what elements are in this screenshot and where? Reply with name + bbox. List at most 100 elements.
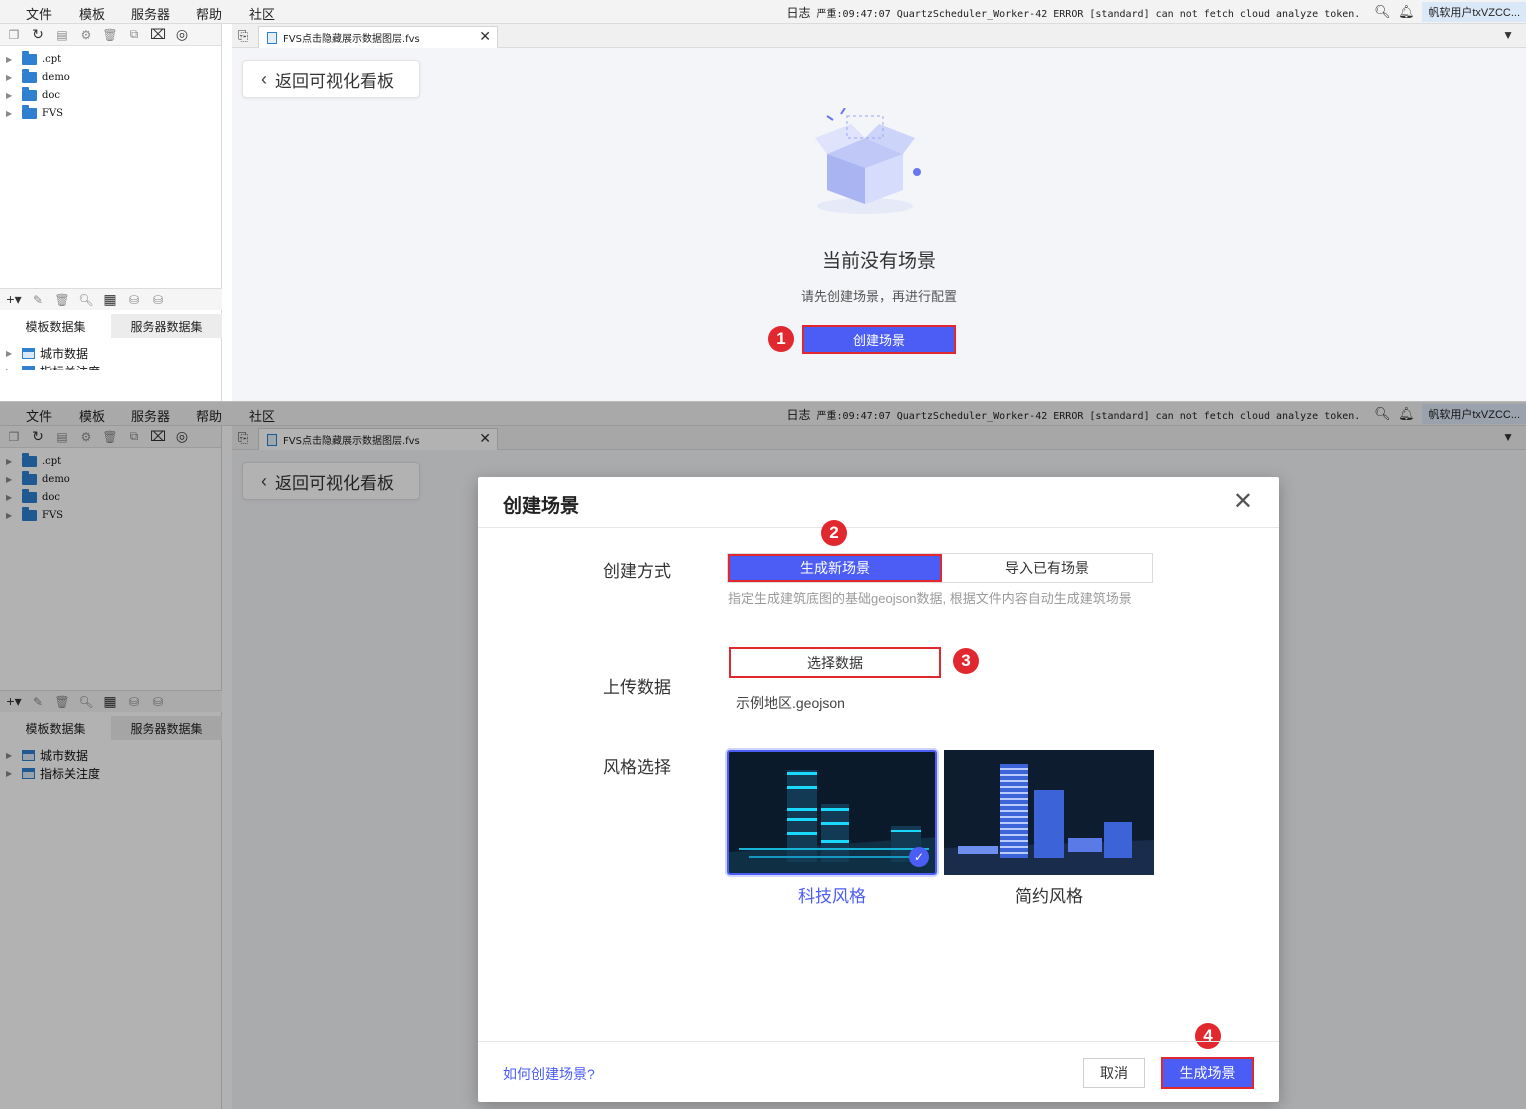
style-card-simple[interactable] (944, 750, 1154, 875)
method-hint: 指定生成建筑底图的基础geojson数据, 根据文件内容自动生成建筑场景 (728, 591, 1132, 606)
tree-item[interactable]: ▶ doc (0, 86, 221, 104)
upload-label: 上传数据 (603, 678, 671, 697)
tree-item-label: FVS (42, 107, 64, 119)
table-icon (22, 365, 35, 370)
menu-file[interactable]: 文件 (26, 4, 52, 23)
database-icon[interactable]: ⛁ (126, 292, 142, 308)
step-badge-3: 3 (953, 648, 979, 674)
clear-icon[interactable]: ⌧ (150, 26, 166, 43)
dataset-edit-icon[interactable]: ▦ (102, 291, 118, 308)
how-to-create-link[interactable]: 如何创建场景? (503, 1064, 595, 1084)
chevron-left-icon: ‹ (261, 68, 267, 89)
dataset-tree: ▶ 城市数据 ▶ 指标关注度 (0, 344, 222, 370)
file-toolbar: ❐ ↻ ▤ ⚙ 🗑︎ ⧉ ⌧ ◎ (0, 24, 221, 46)
editor-area: ⎘ FVS点击隐藏展示数据图层.fvs ✕ ▼ ‹ 返回可视化看板 (232, 24, 1526, 401)
database-settings-icon[interactable]: ⛁ (150, 292, 166, 308)
empty-state-title: 当前没有场景 (821, 251, 936, 272)
dataset-label: 城市数据 (40, 346, 89, 361)
user-account[interactable]: 帆软用户txVZCC... (1422, 2, 1526, 22)
caret-right-icon[interactable]: ▶ (6, 367, 22, 371)
caret-right-icon[interactable]: ▶ (6, 73, 22, 82)
folder-icon (22, 68, 37, 83)
new-folder-icon[interactable]: ❐ (6, 27, 22, 43)
copy-icon[interactable]: ⧉ (126, 27, 142, 43)
menu-help[interactable]: 帮助 (196, 4, 222, 23)
tab-server-dataset[interactable]: 服务器数据集 (111, 314, 222, 338)
scene-canvas: ‹ 返回可视化看板 当前没有场景 请先创建场景，再进行配置 1 创建场景 (232, 48, 1526, 401)
cancel-button[interactable]: 取消 (1083, 1058, 1145, 1088)
tab-fvs-file[interactable]: FVS点击隐藏展示数据图层.fvs ✕ (258, 26, 498, 48)
option-import-existing-scene[interactable]: 导入已有场景 (942, 554, 1152, 582)
locate-icon[interactable]: ◎ (174, 26, 190, 43)
menu-community[interactable]: 社区 (249, 4, 275, 23)
tree-item-label: doc (42, 89, 61, 101)
tab-menu-icon[interactable]: ▼ (1502, 28, 1514, 42)
folder-icon (22, 50, 37, 65)
screenshot-step-2: 文件 模板 服务器 帮助 社区 日志 严重:09:47:07 QuartzSch… (0, 402, 1526, 1109)
caret-right-icon[interactable]: ▶ (6, 91, 22, 100)
dataset-tabs: 模板数据集 服务器数据集 (0, 314, 222, 338)
settings-icon[interactable]: ⚙ (78, 27, 94, 43)
delete-icon[interactable]: 🗑︎ (102, 27, 118, 43)
bell-icon[interactable]: 🔔︎ (1398, 4, 1415, 20)
dataset-item[interactable]: ▶ 城市数据 (0, 344, 222, 362)
dialog-title: 创建场景 (503, 496, 580, 517)
generate-scene-button[interactable]: 生成场景 (1161, 1057, 1254, 1089)
style-name-simple: 简约风格 (1015, 887, 1083, 906)
dialog-footer: 如何创建场景? 取消 生成场景 (478, 1041, 1279, 1102)
style-label: 风格选择 (603, 758, 671, 777)
empty-state-subtitle: 请先创建场景，再进行配置 (800, 289, 957, 304)
tab-title: FVS点击隐藏展示数据图层.fvs (283, 34, 420, 45)
step-badge-2: 2 (821, 520, 847, 546)
tree-item[interactable]: ▶ demo (0, 68, 221, 86)
log-message: 严重:09:47:07 QuartzScheduler_Worker-42 ER… (816, 8, 1361, 20)
search-icon[interactable]: 🔍︎ (1374, 4, 1391, 20)
back-to-dashboard-button[interactable]: ‹ 返回可视化看板 (242, 60, 420, 98)
caret-right-icon[interactable]: ▶ (6, 349, 22, 358)
create-scene-dialog: 创建场景 ✕ 2 创建方式 生成新场景 导入已有场景 指定生成建筑底图的基础ge… (478, 477, 1279, 1102)
step-badge-1: 1 (768, 326, 794, 352)
method-segmented-control: 生成新场景 导入已有场景 (727, 553, 1153, 583)
screenshot-step-1: 文件 模板 服务器 帮助 社区 日志 严重:09:47:07 QuartzSch… (0, 0, 1526, 402)
dataset-label: 指标关注度 (40, 363, 100, 371)
file-tree: ▶ .cpt ▶ demo ▶ doc ▶ FVS (0, 46, 221, 122)
left-panel: ❐ ↻ ▤ ⚙ 🗑︎ ⧉ ⌧ ◎ ▶ .cpt ▶ demo ▶ doc ▶ FVS +… (0, 24, 222, 401)
uploaded-file-name: 示例地区.geojson (736, 695, 845, 711)
log-label[interactable]: 日志 (787, 4, 811, 21)
dataset-toolbar: +▾ ✎ 🗑︎ 🔍︎ ▦ ⛁ ⛁ (0, 288, 222, 310)
preview-icon[interactable]: 🔍︎ (78, 292, 94, 308)
menu-server[interactable]: 服务器 (131, 4, 170, 23)
close-icon[interactable]: ✕ (479, 29, 491, 45)
fvs-file-icon (267, 31, 277, 44)
delete-icon[interactable]: 🗑︎ (54, 292, 70, 308)
dataset-item[interactable]: ▶ 指标关注度 (0, 362, 222, 370)
check-icon: ✓ (909, 847, 929, 867)
edit-icon[interactable]: ✎ (30, 292, 46, 308)
create-scene-button[interactable]: 创建场景 (802, 325, 956, 354)
style-name-tech: 科技风格 (798, 887, 866, 906)
tree-item[interactable]: ▶ .cpt (0, 50, 221, 68)
style-card-tech[interactable]: ✓ (727, 750, 937, 875)
new-doc-icon[interactable]: ⎘ (238, 28, 248, 44)
empty-box-icon (815, 108, 921, 214)
caret-right-icon[interactable]: ▶ (6, 55, 22, 64)
tree-item-label: demo (42, 71, 70, 83)
table-icon (22, 347, 35, 359)
menu-bar: 文件 模板 服务器 帮助 社区 日志 严重:09:47:07 QuartzSch… (0, 0, 1526, 24)
menu-template[interactable]: 模板 (79, 4, 105, 23)
tab-template-dataset[interactable]: 模板数据集 (0, 314, 111, 338)
tech-style-preview (729, 752, 935, 873)
properties-icon[interactable]: ▤ (54, 27, 70, 43)
add-icon[interactable]: +▾ (6, 291, 22, 308)
folder-icon (22, 86, 37, 101)
refresh-icon[interactable]: ↻ (30, 26, 46, 43)
tree-item[interactable]: ▶ FVS (0, 104, 221, 122)
close-icon[interactable]: ✕ (1233, 487, 1253, 516)
caret-right-icon[interactable]: ▶ (6, 109, 22, 118)
select-data-button[interactable]: 选择数据 (729, 647, 941, 678)
tree-item-label: .cpt (42, 53, 62, 65)
back-button-label: 返回可视化看板 (275, 71, 394, 91)
folder-icon (22, 104, 37, 119)
status-area: 日志 严重:09:47:07 QuartzScheduler_Worker-42… (787, 0, 1526, 24)
option-generate-new-scene[interactable]: 生成新场景 (728, 554, 942, 582)
